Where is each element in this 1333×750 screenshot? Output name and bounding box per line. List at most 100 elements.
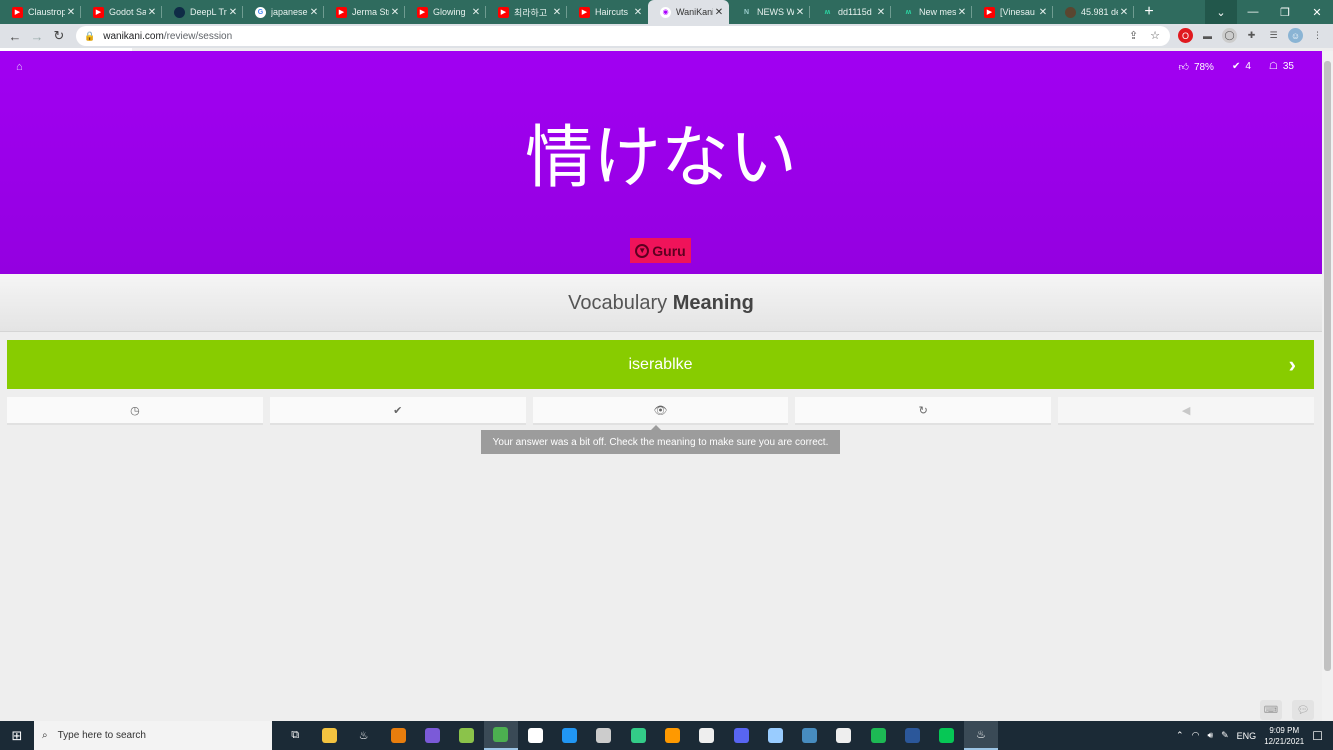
browser-tab[interactable]: ◉ WaniKani ✕ [648, 0, 729, 24]
app2-icon-glyph [767, 728, 783, 743]
close-tab-icon[interactable]: ✕ [1118, 7, 1130, 18]
browser-tab[interactable]: ▶ Glowing ✕ [405, 0, 486, 24]
close-tab-icon[interactable]: ✕ [389, 7, 401, 18]
steam-active-icon[interactable]: ♨ [963, 721, 999, 750]
godot-icon[interactable] [792, 721, 826, 750]
tab-title: 45.981 de [1081, 7, 1118, 17]
browser-tab[interactable]: ▶ Jerma Str ✕ [324, 0, 405, 24]
extension-icon[interactable]: ▬ [1200, 28, 1215, 43]
browser-toolbar: ← → ↻ 🔒 wanikani.com/review/session ⇪ ☆ … [0, 24, 1333, 48]
steam-icon[interactable]: ♨ [347, 721, 381, 750]
media-icon[interactable] [655, 721, 689, 750]
browser-tab[interactable]: ʍ New mes ✕ [891, 0, 972, 24]
windows-start-icon[interactable]: ⊞ [0, 728, 34, 744]
reading-list-icon[interactable]: ☰ [1266, 28, 1281, 43]
volume-icon[interactable]: 🔊︎ [1207, 730, 1213, 741]
close-window-button[interactable]: ✕ [1301, 0, 1333, 24]
word-icon[interactable] [895, 721, 929, 750]
profile-avatar-icon[interactable]: ☺ [1288, 28, 1303, 43]
page-scrollbar[interactable] [1322, 51, 1333, 721]
restore-button[interactable]: ❐ [1269, 0, 1301, 24]
close-tab-icon[interactable]: ✕ [470, 7, 482, 18]
chrome-icon[interactable] [483, 721, 519, 750]
media-icon-glyph [664, 728, 680, 743]
opera-extension-icon[interactable]: O [1178, 28, 1193, 43]
close-tab-icon[interactable]: ✕ [146, 7, 158, 18]
browser-tab[interactable]: ▶ Claustrop ✕ [0, 0, 81, 24]
close-tab-icon[interactable]: ✕ [713, 7, 725, 18]
twitch-icon[interactable] [518, 721, 552, 750]
close-tab-icon[interactable]: ✕ [227, 7, 239, 18]
browser-tab[interactable]: ▶ Godot Sa ✕ [81, 0, 162, 24]
tab-search-icon[interactable]: ⌄ [1205, 0, 1237, 24]
blender-icon[interactable] [381, 721, 415, 750]
close-tab-icon[interactable]: ✕ [794, 7, 806, 18]
google-icon: G [255, 6, 266, 18]
notification-icon[interactable]: ☐ [1312, 729, 1323, 743]
youtube-icon: ▶ [579, 6, 590, 18]
lessons-button[interactable]: ✔ [269, 397, 526, 425]
close-tab-icon[interactable]: ✕ [875, 7, 887, 18]
spotify-icon[interactable] [861, 721, 895, 750]
submit-arrow-button[interactable]: › [1289, 352, 1296, 378]
retype-button[interactable]: ↻ [795, 397, 1052, 425]
new-tab-button[interactable]: + [1134, 0, 1164, 24]
audio-button[interactable]: ◀ [1058, 397, 1314, 425]
openai-icon[interactable] [827, 721, 861, 750]
browser-tab[interactable]: ▶ 최라하고 ✕ [486, 0, 567, 24]
app2-icon[interactable] [758, 721, 792, 750]
close-tab-icon[interactable]: ✕ [1037, 7, 1049, 18]
close-tab-icon[interactable]: ✕ [632, 7, 644, 18]
browser-tab[interactable]: ▶ Haircuts ✕ [567, 0, 648, 24]
aseprite-icon[interactable] [415, 721, 449, 750]
krita-icon[interactable] [621, 721, 655, 750]
browser-tab[interactable]: Gjapanese ✕ [243, 0, 324, 24]
discord-taskbar-icon[interactable] [724, 721, 758, 750]
reload-button[interactable]: ↻ [48, 28, 70, 44]
remaining-count-stat: ☖ 35 [1268, 61, 1294, 72]
task-view-icon[interactable]: ⧉ [278, 721, 312, 750]
forward-button[interactable]: → [26, 29, 48, 44]
menu-kebab-icon[interactable]: ⋮ [1310, 28, 1325, 43]
windows-taskbar: ⊞ ⌕ Type here to search ⧉ ♨ ♨ ⌃ ◠ 🔊︎ ✎ ENG… [0, 721, 1333, 750]
app-icon[interactable] [552, 721, 586, 750]
bookmark-star-icon[interactable]: ☆ [1150, 29, 1160, 42]
browser-tab[interactable]: ʍ dd1115d ✕ [810, 0, 891, 24]
chevron-up-icon[interactable]: ⌃ [1176, 730, 1184, 741]
browser-tab[interactable]: DeepL Tra✕ [162, 0, 243, 24]
keyboard-icon[interactable]: ⌨ [1260, 700, 1282, 720]
last-items-button[interactable]: ◷ [7, 397, 263, 425]
home-icon[interactable]: ⌂ [16, 61, 23, 73]
notepadpp-icon[interactable] [449, 721, 483, 750]
close-tab-icon[interactable]: ✕ [551, 7, 563, 18]
close-tab-icon[interactable]: ✕ [956, 7, 968, 18]
pen-icon[interactable]: ✎ [1221, 730, 1229, 741]
paint-icon[interactable] [587, 721, 621, 750]
undo-icon: ↻ [918, 404, 928, 417]
wifi-icon[interactable]: ◠ [1192, 730, 1200, 741]
answer-value: iserablke [628, 355, 693, 373]
language-indicator[interactable]: ENG [1237, 731, 1257, 741]
file-explorer-icon[interactable] [312, 721, 346, 750]
document-icon[interactable] [690, 721, 724, 750]
close-tab-icon[interactable]: ✕ [308, 7, 320, 18]
browser-tab[interactable]: 45.981 de ✕ [1053, 0, 1134, 24]
item-info-button[interactable]: 👁︎ [532, 397, 789, 425]
chat-icon[interactable]: 💬︎ [1292, 700, 1314, 720]
puzzle-extensions-icon[interactable]: ✚ [1244, 28, 1259, 43]
share-icon[interactable]: ⇪ [1129, 29, 1138, 42]
answer-input[interactable]: iserablke › [7, 340, 1314, 389]
taskbar-search-box[interactable]: ⌕ Type here to search [34, 721, 272, 750]
system-clock[interactable]: 9:09 PM 12/21/2021 [1264, 725, 1304, 747]
close-tab-icon[interactable]: ✕ [65, 7, 77, 18]
back-button[interactable]: ← [4, 29, 26, 44]
address-bar[interactable]: 🔒 wanikani.com/review/session ⇪ ☆ [76, 26, 1170, 46]
minimize-button[interactable]: — [1237, 0, 1269, 24]
line-icon[interactable] [930, 721, 964, 750]
scrollbar-thumb[interactable] [1324, 61, 1331, 671]
browser-tab[interactable]: ▶ [Vinesau ✕ [972, 0, 1053, 24]
openai-icon-glyph [836, 728, 852, 743]
browser-tab[interactable]: N NEWS W ✕ [729, 0, 810, 24]
tab-title: New mes [919, 7, 956, 17]
grammar-extension-icon[interactable]: ◯ [1222, 28, 1237, 43]
